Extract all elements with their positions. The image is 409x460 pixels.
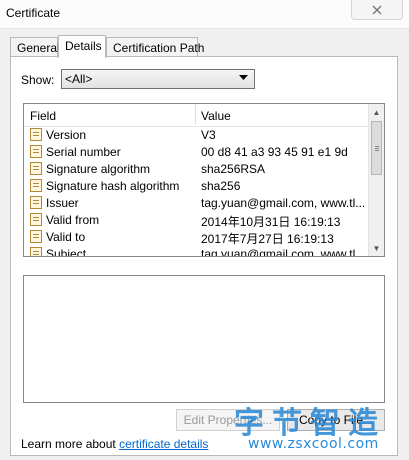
list-item[interactable]: Signature algorithm sha256RSA <box>24 160 368 177</box>
field-icon <box>30 213 42 226</box>
show-select-value: <All> <box>65 72 93 86</box>
field-name: Valid from <box>46 213 100 227</box>
column-divider[interactable] <box>195 104 196 125</box>
edit-properties-button[interactable]: Edit Properties... <box>176 409 280 431</box>
field-icon <box>30 179 42 192</box>
field-icon <box>30 162 42 175</box>
field-name: Serial number <box>46 145 121 159</box>
scroll-down-arrow-icon[interactable]: ▼ <box>369 240 384 256</box>
tab-general[interactable]: General <box>10 37 60 57</box>
window-title: Certificate <box>6 6 61 20</box>
grip-icon <box>375 146 379 147</box>
tab-details[interactable]: Details <box>58 35 106 58</box>
column-header-value[interactable]: Value <box>201 109 231 123</box>
column-header-field[interactable]: Field <box>30 109 56 123</box>
field-name: Signature algorithm <box>46 162 151 176</box>
title-bar: Certificate <box>0 0 409 29</box>
chevron-down-icon <box>239 75 248 80</box>
field-icon <box>30 145 42 158</box>
vertical-scrollbar[interactable]: ▲ ▼ <box>368 104 384 256</box>
value-detail-box[interactable] <box>23 275 385 403</box>
field-value: sha256RSA <box>201 162 266 176</box>
list-item[interactable]: Issuer tag.yuan@gmail.com, www.tl... <box>24 194 368 211</box>
close-icon <box>372 5 382 14</box>
field-icon <box>30 247 42 256</box>
list-item[interactable]: Valid from 2014年10月31日 16:19:13 <box>24 211 368 229</box>
field-value: tag.yuan@gmail.com, www.tl... <box>201 196 364 210</box>
field-name: Subject <box>46 247 87 256</box>
field-list[interactable]: Field Value Version V3 Serial number 00 d8… <box>23 103 385 257</box>
field-name: Version <box>46 128 87 142</box>
copy-to-file-button[interactable]: Copy to File... <box>287 409 385 431</box>
learn-more-prefix: Learn more about <box>21 437 120 451</box>
list-item[interactable]: Serial number 00 d8 41 a3 93 45 91 e1 9d <box>24 143 368 160</box>
tab-certification-path[interactable]: Certification Path <box>106 37 204 57</box>
details-panel: Show: <All> Field Value Version V3 Serial… <box>10 56 398 456</box>
learn-more-text: Learn more about certificate details <box>21 437 208 451</box>
show-select[interactable]: <All> <box>61 69 255 89</box>
scroll-thumb[interactable] <box>371 121 382 175</box>
field-value: sha256 <box>201 179 241 193</box>
list-item[interactable]: Signature hash algorithm sha256 <box>24 177 368 194</box>
show-label: Show: <box>21 73 55 87</box>
list-header: Field Value <box>24 104 368 127</box>
list-item[interactable]: Valid to 2017年7月27日 16:19:13 <box>24 228 368 246</box>
field-value: 00 d8 41 a3 93 45 91 e1 9d <box>201 145 348 159</box>
field-icon <box>30 196 42 209</box>
list-item[interactable]: Version V3 <box>24 126 368 143</box>
field-name: Signature hash algorithm <box>46 179 180 193</box>
field-value: tag.yuan@gmail.com, www.tl... <box>201 247 364 256</box>
scroll-up-arrow-icon[interactable]: ▲ <box>369 104 384 120</box>
field-icon <box>30 230 42 243</box>
field-name: Issuer <box>46 196 79 210</box>
close-button[interactable] <box>351 0 403 20</box>
field-icon <box>30 128 42 141</box>
certificate-details-link[interactable]: certificate details <box>119 437 208 451</box>
list-rows: Version V3 Serial number 00 d8 41 a3 93 45… <box>24 126 368 256</box>
list-item[interactable]: Subject tag.yuan@gmail.com, www.tl... <box>24 245 368 256</box>
field-value: V3 <box>201 128 216 142</box>
field-name: Valid to <box>46 230 86 244</box>
